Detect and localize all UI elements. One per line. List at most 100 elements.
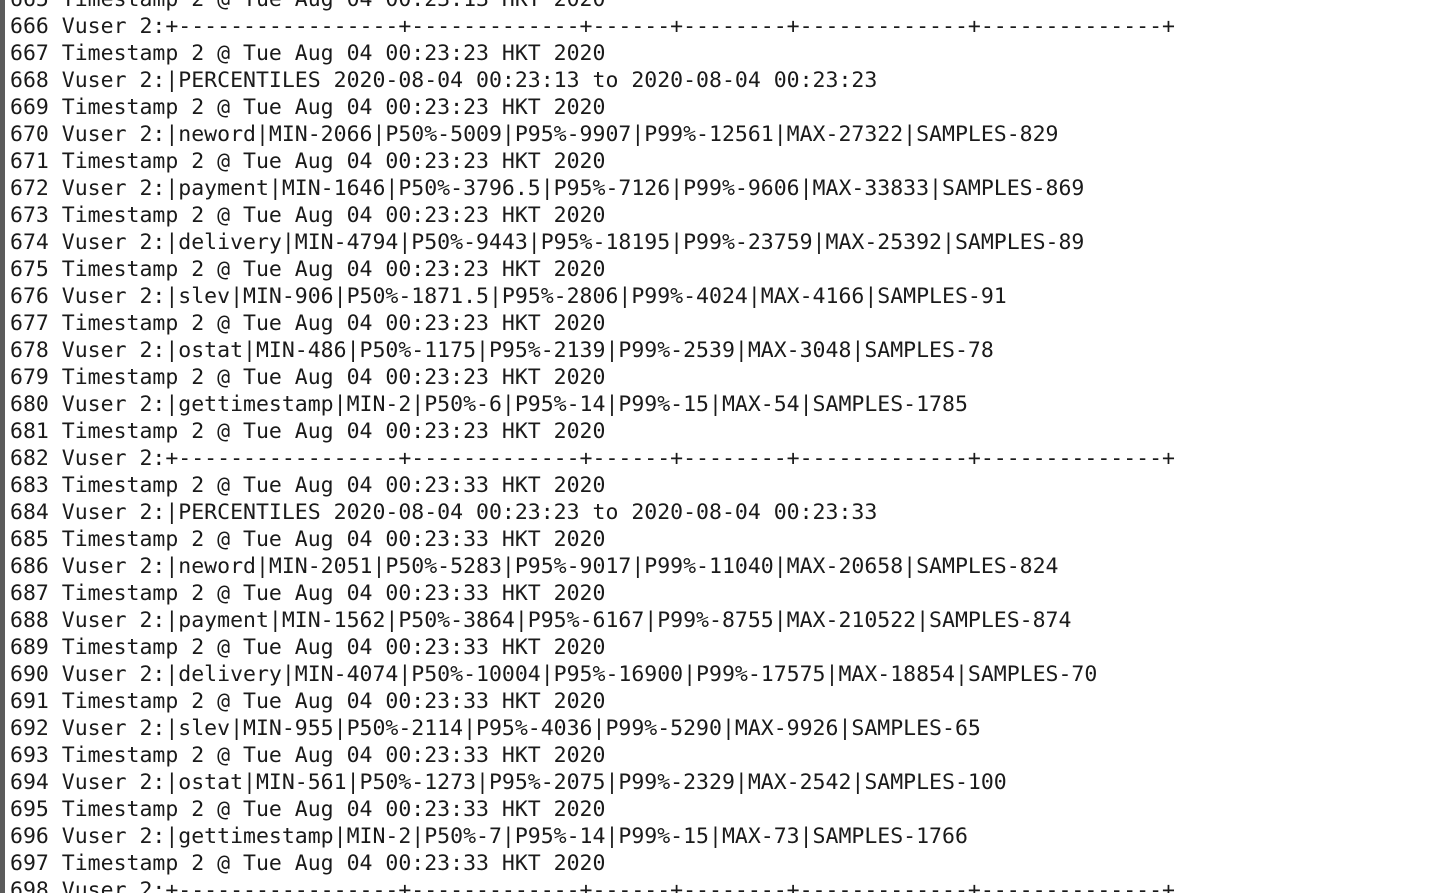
log-line[interactable]: 668 Vuser 2:|PERCENTILES 2020-08-04 00:2… [10,67,1436,94]
line-number: 692 [10,716,49,741]
line-number: 679 [10,365,49,390]
log-line[interactable]: 689 Timestamp 2 @ Tue Aug 04 00:23:33 HK… [10,634,1436,661]
line-number: 680 [10,392,49,417]
log-line[interactable]: 687 Timestamp 2 @ Tue Aug 04 00:23:33 HK… [10,580,1436,607]
line-text: Timestamp 2 @ Tue Aug 04 00:23:33 HKT 20… [61,689,606,714]
line-text: Timestamp 2 @ Tue Aug 04 00:23:33 HKT 20… [61,527,606,552]
line-number: 686 [10,554,49,579]
log-line[interactable]: 693 Timestamp 2 @ Tue Aug 04 00:23:33 HK… [10,742,1436,769]
line-text: Timestamp 2 @ Tue Aug 04 00:23:23 HKT 20… [61,257,606,282]
line-text: Timestamp 2 @ Tue Aug 04 00:23:23 HKT 20… [61,419,606,444]
line-number: 695 [10,797,49,822]
line-number: 665 [10,0,49,13]
line-number: 671 [10,149,49,174]
line-number: 677 [10,311,49,336]
line-text: Vuser 2:|slev|MIN-955|P50%-2114|P95%-403… [61,716,981,741]
line-text: Timestamp 2 @ Tue Aug 04 00:23:23 HKT 20… [61,203,606,228]
line-number: 693 [10,743,49,768]
line-number: 681 [10,419,49,444]
log-line[interactable]: 669 Timestamp 2 @ Tue Aug 04 00:23:23 HK… [10,94,1436,121]
log-line[interactable]: 692 Vuser 2:|slev|MIN-955|P50%-2114|P95%… [10,715,1436,742]
line-text: Vuser 2:|ostat|MIN-486|P50%-1175|P95%-21… [61,338,994,363]
log-line[interactable]: 685 Timestamp 2 @ Tue Aug 04 00:23:33 HK… [10,526,1436,553]
window-left-edge [0,0,5,893]
line-text: Vuser 2:|gettimestamp|MIN-2|P50%-7|P95%-… [61,824,968,849]
line-text: Vuser 2:|ostat|MIN-561|P50%-1273|P95%-20… [61,770,1007,795]
line-text: Timestamp 2 @ Tue Aug 04 00:23:13 HKT 20… [62,0,606,12]
line-text: Vuser 2:|slev|MIN-906|P50%-1871.5|P95%-2… [61,284,1007,309]
line-number: 673 [10,203,49,228]
log-line[interactable]: 698 Vuser 2:+-----------------+---------… [10,877,1436,893]
log-line[interactable]: 670 Vuser 2:|neword|MIN-2066|P50%-5009|P… [10,121,1436,148]
line-number: 690 [10,662,49,687]
log-line[interactable]: 672 Vuser 2:|payment|MIN-1646|P50%-3796.… [10,175,1436,202]
line-text: Timestamp 2 @ Tue Aug 04 00:23:33 HKT 20… [61,581,606,606]
log-line[interactable]: 686 Vuser 2:|neword|MIN-2051|P50%-5283|P… [10,553,1436,580]
log-line[interactable]: 678 Vuser 2:|ostat|MIN-486|P50%-1175|P95… [10,337,1436,364]
line-number: 672 [10,176,49,201]
line-text: Timestamp 2 @ Tue Aug 04 00:23:33 HKT 20… [61,473,606,498]
line-text: Vuser 2:|PERCENTILES 2020-08-04 00:23:13… [61,68,878,93]
line-text: Vuser 2:|PERCENTILES 2020-08-04 00:23:23… [61,500,878,525]
log-line[interactable]: 680 Vuser 2:|gettimestamp|MIN-2|P50%-6|P… [10,391,1436,418]
line-text: Vuser 2:+-----------------+-------------… [61,878,1175,893]
line-text: Timestamp 2 @ Tue Aug 04 00:23:23 HKT 20… [61,41,606,66]
line-number: 670 [10,122,49,147]
line-number: 684 [10,500,49,525]
line-text: Vuser 2:|delivery|MIN-4074|P50%-10004|P9… [61,662,1098,687]
line-text: Vuser 2:|delivery|MIN-4794|P50%-9443|P95… [61,230,1085,255]
line-number: 668 [10,68,49,93]
log-line[interactable]: 695 Timestamp 2 @ Tue Aug 04 00:23:33 HK… [10,796,1436,823]
line-text: Timestamp 2 @ Tue Aug 04 00:23:33 HKT 20… [61,797,606,822]
line-text: Timestamp 2 @ Tue Aug 04 00:23:23 HKT 20… [61,95,606,120]
line-number: 694 [10,770,49,795]
line-number: 689 [10,635,49,660]
log-line[interactable]: 682 Vuser 2:+-----------------+---------… [10,445,1436,472]
log-line[interactable]: 674 Vuser 2:|delivery|MIN-4794|P50%-9443… [10,229,1436,256]
line-text: Vuser 2:|gettimestamp|MIN-2|P50%-6|P95%-… [61,392,968,417]
line-text: Vuser 2:|neword|MIN-2051|P50%-5283|P95%-… [61,554,1059,579]
log-line[interactable]: 683 Timestamp 2 @ Tue Aug 04 00:23:33 HK… [10,472,1436,499]
line-number: 674 [10,230,49,255]
line-text: Timestamp 2 @ Tue Aug 04 00:23:33 HKT 20… [61,851,606,876]
line-text: Timestamp 2 @ Tue Aug 04 00:23:23 HKT 20… [61,311,606,336]
line-text: Vuser 2:+-----------------+-------------… [61,446,1175,471]
log-line[interactable]: 696 Vuser 2:|gettimestamp|MIN-2|P50%-7|P… [10,823,1436,850]
log-line[interactable]: 666 Vuser 2:+-----------------+---------… [10,13,1436,40]
log-line[interactable]: 667 Timestamp 2 @ Tue Aug 04 00:23:23 HK… [10,40,1436,67]
log-line[interactable]: 697 Timestamp 2 @ Tue Aug 04 00:23:33 HK… [10,850,1436,877]
line-number: 696 [10,824,49,849]
line-number: 697 [10,851,49,876]
log-line[interactable]: 681 Timestamp 2 @ Tue Aug 04 00:23:23 HK… [10,418,1436,445]
log-line[interactable]: 676 Vuser 2:|slev|MIN-906|P50%-1871.5|P9… [10,283,1436,310]
line-text: Timestamp 2 @ Tue Aug 04 00:23:33 HKT 20… [61,743,606,768]
line-number: 676 [10,284,49,309]
log-line[interactable]: 665 Timestamp 2 @ Tue Aug 04 00:23:13 HK… [10,0,1436,13]
log-line[interactable]: 690 Vuser 2:|delivery|MIN-4074|P50%-1000… [10,661,1436,688]
line-text: Timestamp 2 @ Tue Aug 04 00:23:23 HKT 20… [61,365,606,390]
line-number: 688 [10,608,49,633]
line-number: 682 [10,446,49,471]
line-number: 667 [10,41,49,66]
line-number: 678 [10,338,49,363]
log-line[interactable]: 679 Timestamp 2 @ Tue Aug 04 00:23:23 HK… [10,364,1436,391]
line-number: 698 [10,878,49,893]
line-number: 685 [10,527,49,552]
log-line[interactable]: 684 Vuser 2:|PERCENTILES 2020-08-04 00:2… [10,499,1436,526]
log-line[interactable]: 694 Vuser 2:|ostat|MIN-561|P50%-1273|P95… [10,769,1436,796]
log-line[interactable]: 691 Timestamp 2 @ Tue Aug 04 00:23:33 HK… [10,688,1436,715]
log-line[interactable]: 677 Timestamp 2 @ Tue Aug 04 00:23:23 HK… [10,310,1436,337]
line-text: Vuser 2:+-----------------+-------------… [61,14,1175,39]
log-line[interactable]: 688 Vuser 2:|payment|MIN-1562|P50%-3864|… [10,607,1436,634]
line-number: 675 [10,257,49,282]
line-number: 687 [10,581,49,606]
log-line[interactable]: 673 Timestamp 2 @ Tue Aug 04 00:23:23 HK… [10,202,1436,229]
line-number: 691 [10,689,49,714]
log-line[interactable]: 675 Timestamp 2 @ Tue Aug 04 00:23:23 HK… [10,256,1436,283]
line-text: Vuser 2:|payment|MIN-1562|P50%-3864|P95%… [61,608,1072,633]
line-text: Timestamp 2 @ Tue Aug 04 00:23:33 HKT 20… [61,635,606,660]
line-text: Vuser 2:|neword|MIN-2066|P50%-5009|P95%-… [61,122,1059,147]
log-text-editor[interactable]: 665 Timestamp 2 @ Tue Aug 04 00:23:13 HK… [10,0,1436,893]
line-number: 669 [10,95,49,120]
log-line[interactable]: 671 Timestamp 2 @ Tue Aug 04 00:23:23 HK… [10,148,1436,175]
